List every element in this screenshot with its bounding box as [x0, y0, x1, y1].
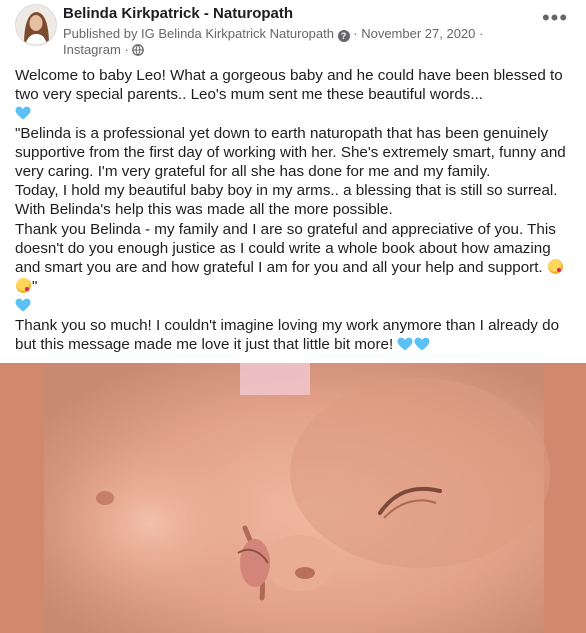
message-text: Thank you Belinda - my family and I are …: [15, 220, 556, 277]
message-line: Today, I hold my beautiful baby boy in m…: [15, 182, 558, 219]
kiss-face-icon: [16, 278, 31, 294]
blue-heart-icon: [15, 107, 31, 120]
blue-heart-line: [15, 296, 575, 315]
message-text: Thank you so much! I couldn't imagine lo…: [15, 316, 560, 353]
post-header: Belinda Kirkpatrick - Naturopath Publish…: [0, 0, 586, 62]
blue-heart-icon: [397, 337, 413, 351]
page-name-link[interactable]: Belinda Kirkpatrick - Naturopath: [63, 5, 293, 22]
globe-icon[interactable]: [132, 44, 145, 60]
post-message: Welcome to baby Leo! What a gorgeous bab…: [15, 66, 575, 354]
sleeping-baby-image: [0, 363, 586, 633]
meta-separator: ·: [353, 26, 358, 41]
meta-separator: ·: [124, 42, 129, 57]
published-by-text: Published by IG Belinda Kirkpatrick Natu…: [63, 26, 334, 41]
meta-separator: ·: [479, 26, 484, 41]
message-line: Thank you Belinda - my family and I are …: [15, 220, 575, 297]
kiss-face-icon: [547, 259, 563, 275]
more-options-button[interactable]: •••: [540, 7, 570, 36]
source-text: Instagram: [63, 42, 121, 57]
page-avatar[interactable]: [15, 4, 57, 46]
post-meta: Published by IG Belinda Kirkpatrick Natu…: [63, 26, 523, 60]
message-line: "Belinda is a professional yet down to e…: [15, 124, 566, 181]
post-photo[interactable]: [0, 363, 586, 633]
facebook-post: Belinda Kirkpatrick - Naturopath Publish…: [0, 0, 586, 633]
message-line: Welcome to baby Leo! What a gorgeous bab…: [15, 67, 563, 104]
blue-heart-icon: [15, 299, 31, 312]
closing-quote: ": [32, 278, 38, 296]
help-icon[interactable]: ?: [337, 30, 350, 42]
message-line: Thank you so much! I couldn't imagine lo…: [15, 316, 575, 354]
blue-heart-line: [15, 104, 575, 123]
post-date-link[interactable]: November 27, 2020: [361, 26, 475, 41]
blue-heart-icon: [414, 337, 430, 351]
avatar-portrait-icon: [16, 5, 56, 45]
